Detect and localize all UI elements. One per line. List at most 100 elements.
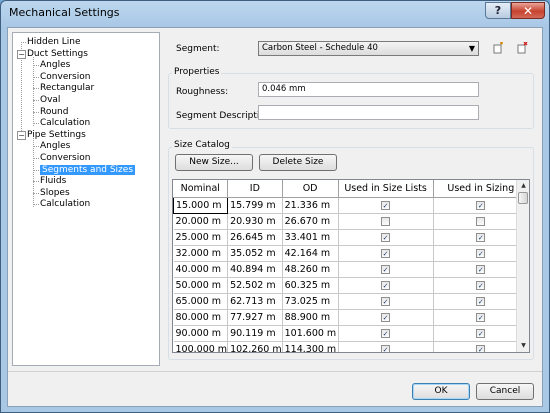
checkbox-sizing[interactable]: ✓ [476,312,486,322]
tree-item-hidden-line[interactable]: Hidden Line [27,36,81,48]
tree-item-angles[interactable]: Angles [40,59,70,71]
cell-od[interactable]: 42.164 m [282,245,339,262]
tree-item-round[interactable]: Round [40,106,68,118]
cell-od[interactable]: 101.600 m [282,325,339,342]
settings-tree[interactable]: Hidden Line − Duct Settings Angles Conversio… [12,32,160,366]
table-row[interactable]: 40.000 m 40.894 m 48.260 m ✓ ✓ [173,261,529,278]
collapse-icon[interactable]: − [17,49,26,59]
checkbox-sizing[interactable]: ✓ [476,296,486,306]
checkbox-size-lists[interactable]: ✓ [381,296,391,306]
table-row[interactable]: 20.000 m 20.930 m 26.670 m [173,213,529,230]
cell-id[interactable]: 40.894 m [227,261,283,278]
table-row[interactable]: 90.000 m 90.119 m 101.600 m ✓ ✓ [173,325,529,342]
tree-item-conversion[interactable]: Conversion [40,152,90,164]
cell-nominal[interactable]: 100.000 m [173,341,229,352]
cell-id[interactable]: 62.713 m [227,293,283,310]
table-row[interactable]: 50.000 m 52.502 m 60.325 m ✓ ✓ [173,277,529,294]
scroll-up-arrow-icon[interactable]: ▲ [517,181,529,191]
cell-nominal[interactable]: 32.000 m [173,245,229,262]
cell-nominal[interactable]: 40.000 m [173,261,229,278]
cell-nominal[interactable]: 80.000 m [173,309,229,326]
cell-od[interactable]: 73.025 m [282,293,339,310]
cell-od[interactable]: 33.401 m [282,229,339,246]
tree-item-fluids[interactable]: Fluids [40,175,66,187]
cell-nominal[interactable]: 15.000 m [173,196,229,214]
title-bar[interactable]: Mechanical Settings ? ✕ [1,1,549,25]
table-row[interactable]: 100.000 m 102.260 m 114.300 m ✓ ✓ [173,341,529,352]
ok-button[interactable]: OK [412,383,470,400]
cell-nominal[interactable]: 50.000 m [173,277,229,294]
size-catalog-grid[interactable]: Nominal ID OD Used in Size Lists Used in… [172,179,530,353]
table-row[interactable]: 15.000 m 15.799 m 21.336 m ✓ ✓ [173,196,529,214]
table-row[interactable]: 25.000 m 26.645 m 33.401 m ✓ ✓ [173,229,529,246]
cell-id[interactable]: 35.052 m [227,245,283,262]
cell-nominal[interactable]: 90.000 m [173,325,229,342]
tree-item-calculation[interactable]: Calculation [40,117,90,129]
checkbox-sizing[interactable]: ✓ [476,248,486,258]
tree-item-conversion[interactable]: Conversion [40,71,90,83]
table-row[interactable]: 80.000 m 77.927 m 88.900 m ✓ ✓ [173,309,529,326]
checkbox-size-lists[interactable]: ✓ [381,280,391,290]
checkbox-sizing[interactable]: ✓ [476,200,486,210]
cell-id[interactable]: 90.119 m [227,325,283,342]
table-row[interactable]: 65.000 m 62.713 m 73.025 m ✓ ✓ [173,293,529,310]
checkbox-sizing[interactable]: ✓ [476,264,486,274]
checkbox-size-lists[interactable] [381,216,391,226]
new-size-button[interactable]: New Size... [175,154,253,171]
column-header-id[interactable]: ID [227,180,283,198]
tree-item-angles[interactable]: Angles [40,140,70,152]
cell-od[interactable]: 60.325 m [282,277,339,294]
checkbox-sizing[interactable]: ✓ [476,280,486,290]
cell-id[interactable]: 15.799 m [227,197,283,214]
grid-vertical-scrollbar[interactable]: ▲ ▼ [516,180,529,352]
new-segment-icon[interactable] [492,42,504,54]
help-button[interactable]: ? [485,2,511,19]
delete-size-button[interactable]: Delete Size [259,154,337,171]
cell-id[interactable]: 20.930 m [227,213,283,230]
checkbox-sizing[interactable]: ✓ [476,344,486,352]
collapse-icon[interactable]: − [17,130,26,140]
checkbox-size-lists[interactable]: ✓ [381,248,391,258]
column-header-nominal[interactable]: Nominal [173,180,229,198]
cell-od[interactable]: 114.300 m [282,341,339,352]
tree-item-slopes[interactable]: Slopes [40,187,70,199]
cell-nominal[interactable]: 20.000 m [173,213,229,230]
tree-item-calculation[interactable]: Calculation [40,198,90,210]
tree-item-segments-and-sizes[interactable]: Segments and Sizes [40,164,136,176]
close-button[interactable]: ✕ [511,2,545,19]
cell-od[interactable]: 21.336 m [282,197,339,214]
cell-od[interactable]: 88.900 m [282,309,339,326]
checkbox-size-lists[interactable]: ✓ [381,312,391,322]
checkbox-size-lists[interactable]: ✓ [381,232,391,242]
column-header-used-in-sizing[interactable]: Used in Sizing [433,180,529,198]
table-row[interactable]: 32.000 m 35.052 m 42.164 m ✓ ✓ [173,245,529,262]
tree-item-pipe-settings[interactable]: Pipe Settings [27,129,86,141]
checkbox-sizing[interactable]: ✓ [476,232,486,242]
scroll-thumb[interactable] [518,192,528,204]
checkbox-size-lists[interactable]: ✓ [381,200,391,210]
segment-description-input[interactable] [258,105,479,120]
cancel-button[interactable]: Cancel [476,383,534,400]
cell-od[interactable]: 26.670 m [282,213,339,230]
checkbox-sizing[interactable]: ✓ [476,328,486,338]
cell-nominal[interactable]: 65.000 m [173,293,229,310]
tree-item-duct-settings[interactable]: Duct Settings [27,48,88,60]
segment-dropdown[interactable]: Carbon Steel - Schedule 40 ▼ [258,41,479,56]
checkbox-size-lists[interactable]: ✓ [381,344,391,352]
checkbox-size-lists[interactable]: ✓ [381,328,391,338]
checkbox-size-lists[interactable]: ✓ [381,264,391,274]
cell-id[interactable]: 102.260 m [227,341,283,352]
cell-id[interactable]: 52.502 m [227,277,283,294]
scroll-down-arrow-icon[interactable]: ▼ [517,341,529,351]
cell-id[interactable]: 77.927 m [227,309,283,326]
cell-id[interactable]: 26.645 m [227,229,283,246]
delete-segment-icon[interactable] [516,42,528,54]
tree-item-rectangular[interactable]: Rectangular [40,82,94,94]
column-header-used-in-size-lists[interactable]: Used in Size Lists [338,180,434,198]
checkbox-sizing[interactable] [476,216,486,226]
roughness-input[interactable]: 0.046 mm [258,82,479,97]
tree-item-oval[interactable]: Oval [40,94,60,106]
cell-od[interactable]: 48.260 m [282,261,339,278]
cell-nominal[interactable]: 25.000 m [173,229,229,246]
column-header-od[interactable]: OD [282,180,339,198]
